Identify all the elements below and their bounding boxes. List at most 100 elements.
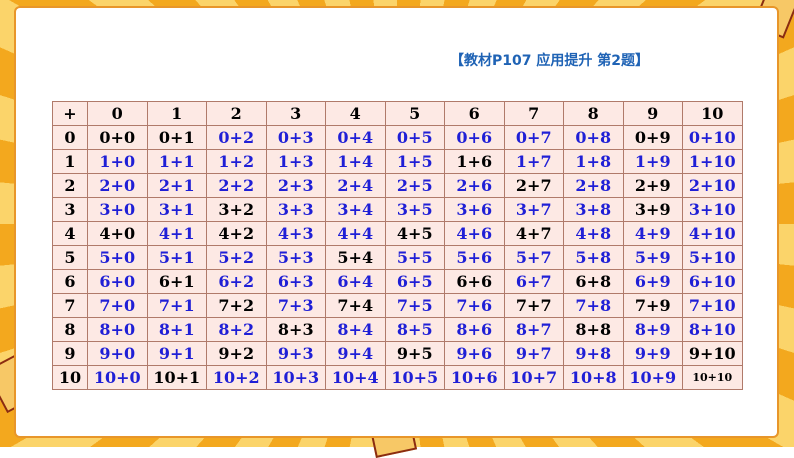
table-row: 7 7+0 7+1 7+2 7+3 7+4 7+5 7+6 7+7 7+8 7+9 7+10 — [52, 293, 743, 318]
table-row: 3 3+0 3+1 3+2 3+3 3+4 3+5 3+6 3+7 3+8 3+9 3+10 — [52, 197, 743, 222]
table-cell: 5+1 — [146, 245, 207, 270]
table-cell: 9+0 — [87, 341, 148, 366]
table-row: 1 1+0 1+1 1+2 1+3 1+4 1+5 1+6 1+7 1+8 1+9 1+10 — [52, 149, 743, 174]
table-cell: 6+1 — [146, 269, 207, 294]
table-cell: 0+10 — [682, 125, 743, 150]
table-cell: 9+4 — [325, 341, 386, 366]
corner-plus: + — [52, 101, 88, 126]
table-cell: 5+6 — [444, 245, 505, 270]
column-header: 7 — [503, 101, 564, 126]
table-cell: 7+8 — [563, 293, 624, 318]
table-row: 8 8+0 8+1 8+2 8+3 8+4 8+5 8+6 8+7 8+8 8+9 8+10 — [52, 317, 743, 342]
table-cell: 5+5 — [384, 245, 445, 270]
table-cell: 2+9 — [622, 173, 683, 198]
table-cell: 3+5 — [384, 197, 445, 222]
table-cell: 3+9 — [622, 197, 683, 222]
table-cell: 2+8 — [563, 173, 624, 198]
table-cell: 1+9 — [622, 149, 683, 174]
table-cell: 4+8 — [563, 221, 624, 246]
table-cell: 0+6 — [444, 125, 505, 150]
table-row: 2 2+0 2+1 2+2 2+3 2+4 2+5 2+6 2+7 2+8 2+9 2+10 — [52, 173, 743, 198]
table-cell: 2+1 — [146, 173, 207, 198]
table-cell: 6+2 — [206, 269, 267, 294]
table-cell: 2+5 — [384, 173, 445, 198]
row-header: 8 — [52, 317, 88, 342]
header-row: + 0 1 2 3 4 5 6 7 8 9 10 — [52, 101, 743, 126]
table-cell: 3+3 — [265, 197, 326, 222]
table-cell: 1+6 — [444, 149, 505, 174]
table-cell: 8+0 — [87, 317, 148, 342]
table-cell: 10+9 — [622, 365, 683, 390]
table-cell: 1+7 — [503, 149, 564, 174]
table-cell: 4+3 — [265, 221, 326, 246]
table-cell: 9+10 — [682, 341, 743, 366]
row-header: 9 — [52, 341, 88, 366]
table-cell: 5+2 — [206, 245, 267, 270]
table-cell: 3+10 — [682, 197, 743, 222]
table-cell: 1+3 — [265, 149, 326, 174]
table-cell: 2+4 — [325, 173, 386, 198]
column-header: 9 — [622, 101, 683, 126]
table-cell: 5+9 — [622, 245, 683, 270]
table-cell: 2+6 — [444, 173, 505, 198]
row-header: 7 — [52, 293, 88, 318]
table-cell: 1+1 — [146, 149, 207, 174]
addition-table: + 0 1 2 3 4 5 6 7 8 9 10 0 0+0 0+1 0+2 0+3 0+4 0+5 0+6 0+7… — [52, 101, 743, 390]
table-cell: 8+6 — [444, 317, 505, 342]
table-cell: 8+5 — [384, 317, 445, 342]
table-cell: 2+10 — [682, 173, 743, 198]
table-cell: 3+4 — [325, 197, 386, 222]
column-header: 4 — [325, 101, 386, 126]
table-cell: 10+8 — [563, 365, 624, 390]
table-cell: 9+6 — [444, 341, 505, 366]
row-header: 0 — [52, 125, 88, 150]
table-cell: 3+8 — [563, 197, 624, 222]
table-cell: 0+8 — [563, 125, 624, 150]
table-cell: 0+7 — [503, 125, 564, 150]
table-cell: 6+4 — [325, 269, 386, 294]
table-cell: 7+10 — [682, 293, 743, 318]
page-title: 【教材P107 应用提升 第2题】 — [450, 53, 649, 69]
table-cell: 1+5 — [384, 149, 445, 174]
table-cell: 0+0 — [87, 125, 148, 150]
table-cell: 4+0 — [87, 221, 148, 246]
table-cell: 7+1 — [146, 293, 207, 318]
row-header: 1 — [52, 149, 88, 174]
column-header: 8 — [563, 101, 624, 126]
table-cell: 8+8 — [563, 317, 624, 342]
row-header: 3 — [52, 197, 88, 222]
table-cell: 5+10 — [682, 245, 743, 270]
table-cell: 9+2 — [206, 341, 267, 366]
table-cell: 0+3 — [265, 125, 326, 150]
table-cell: 7+4 — [325, 293, 386, 318]
table-cell: 5+7 — [503, 245, 564, 270]
table-cell: 10+0 — [87, 365, 148, 390]
table-row: 6 6+0 6+1 6+2 6+3 6+4 6+5 6+6 6+7 6+8 6+9 6+10 — [52, 269, 743, 294]
table-cell: 4+4 — [325, 221, 386, 246]
table-cell: 9+1 — [146, 341, 207, 366]
table-cell: 10+1 — [146, 365, 207, 390]
table-cell: 6+3 — [265, 269, 326, 294]
column-header: 6 — [444, 101, 505, 126]
table-cell: 3+7 — [503, 197, 564, 222]
table-cell: 2+2 — [206, 173, 267, 198]
row-header: 4 — [52, 221, 88, 246]
table-cell: 7+2 — [206, 293, 267, 318]
table-cell: 9+3 — [265, 341, 326, 366]
table-row: 0 0+0 0+1 0+2 0+3 0+4 0+5 0+6 0+7 0+8 0+9 0+10 — [52, 125, 743, 150]
table-cell: 1+8 — [563, 149, 624, 174]
table-cell: 5+0 — [87, 245, 148, 270]
column-header: 0 — [87, 101, 148, 126]
table-cell: 10+3 — [265, 365, 326, 390]
column-header: 2 — [206, 101, 267, 126]
table-cell: 0+9 — [622, 125, 683, 150]
table-cell: 6+0 — [87, 269, 148, 294]
table-cell: 10+7 — [503, 365, 564, 390]
table-cell: 10+2 — [206, 365, 267, 390]
table-cell: 8+9 — [622, 317, 683, 342]
table-row: 5 5+0 5+1 5+2 5+3 5+4 5+5 5+6 5+7 5+8 5+9 5+10 — [52, 245, 743, 270]
table-cell: 10+4 — [325, 365, 386, 390]
table-cell: 3+0 — [87, 197, 148, 222]
table-cell: 5+3 — [265, 245, 326, 270]
table-row: 10 10+0 10+1 10+2 10+3 10+4 10+5 10+6 10+7 10+8 10… — [52, 365, 743, 390]
